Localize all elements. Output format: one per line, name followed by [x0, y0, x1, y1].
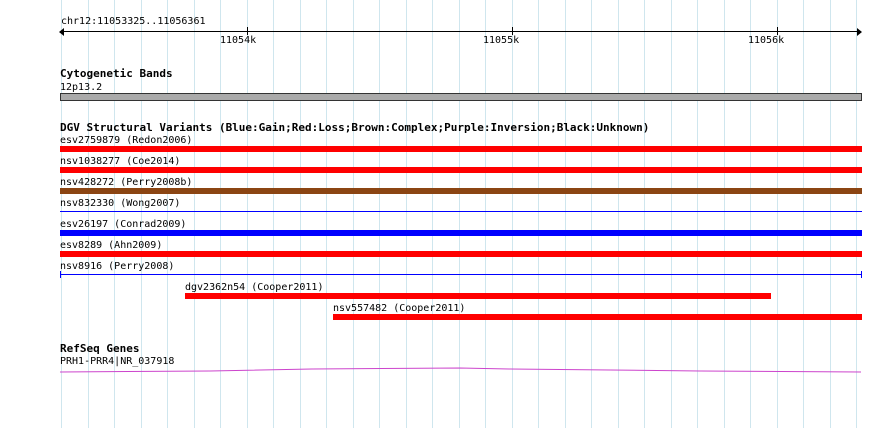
genome-browser-panel: chr12:11053325..11056361 11054k 11055k 1…	[0, 0, 890, 428]
gene-model-line[interactable]	[0, 0, 890, 428]
gene-intron-line[interactable]	[59, 367, 862, 373]
